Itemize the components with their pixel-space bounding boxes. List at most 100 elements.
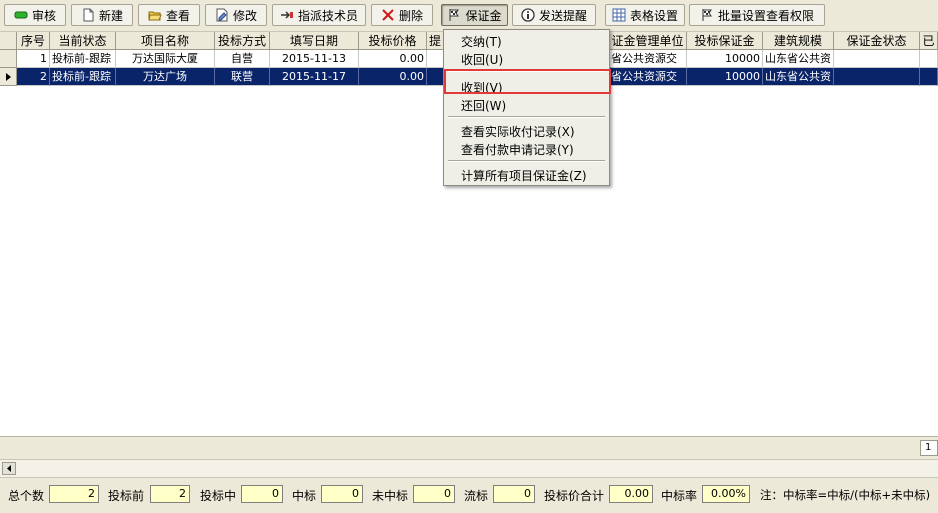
cell-method: 自营 [215,50,270,68]
new-button[interactable]: 新建 [71,4,133,26]
bid-total-label: 投标价合计 [544,489,605,503]
win-rate-field: 0.00% [702,485,750,503]
menu-item-return[interactable]: 还回(W) [461,97,506,114]
assign-arrow-icon [280,8,294,22]
horizontal-scrollbar[interactable] [0,459,938,477]
edit-document-icon [215,8,229,22]
cell-deposit: 10000 [687,50,763,68]
green-status-icon [14,8,28,22]
row-indicator[interactable] [0,50,17,68]
col-header-deposit[interactable]: 投标保证金 [687,32,763,50]
not-won-count-field: 0 [413,485,455,503]
folder-open-icon [148,8,162,22]
cell-scale: 山东省公共资 [763,50,834,68]
pre-bid-label: 投标前 [108,489,145,503]
menu-separator [448,160,605,162]
permissions-flag-icon [700,8,714,22]
col-header-no[interactable]: 序号 [17,32,50,50]
col-header-project[interactable]: 项目名称 [116,32,215,50]
menu-item-view-actual-records[interactable]: 查看实际收付记录(X) [461,123,575,140]
menu-separator [448,116,605,118]
col-header-status[interactable]: 当前状态 [50,32,116,50]
cell-deposit-status [834,68,920,86]
delete-label: 删除 [398,8,423,23]
col-header-date[interactable]: 填写日期 [270,32,359,50]
edit-button[interactable]: 修改 [205,4,267,26]
bidding-label: 投标中 [200,489,237,503]
info-icon [521,8,535,22]
view-label: 查看 [165,8,190,23]
cell-date: 2015-11-17 [270,68,359,86]
won-count-field: 0 [321,485,363,503]
total-count-field: 2 [49,485,99,503]
win-rate-label: 中标率 [661,489,698,503]
grid-summary-bar: 1 [0,436,938,459]
assign-tech-label: 指派技术员 [297,8,358,23]
cell-last [920,68,938,86]
menu-item-view-payment-requests[interactable]: 查看付款申请记录(Y) [461,141,574,158]
deposit-dropdown-menu: 交纳(T) 收回(U) 收到(V) 还回(W) 查看实际收付记录(X) 查看付款… [443,29,610,186]
cell-status: 投标前-跟踪 [50,68,116,86]
cell-scale: 山东省公共资 [763,68,834,86]
highlight-box [444,69,611,94]
cell-deposit-status [834,50,920,68]
total-label: 总个数 [8,489,45,503]
table-settings-button[interactable]: 表格设置 [605,4,685,26]
cell-date: 2015-11-13 [270,50,359,68]
cell-no: 2 [17,68,50,86]
arrow-left-icon [7,465,11,472]
cell-unit: 省公共资源交 [609,50,687,68]
pre-bid-count-field: 2 [150,485,190,503]
batch-permissions-button[interactable]: 批量设置查看权限 [689,4,825,26]
row-pointer-icon[interactable] [0,68,17,86]
deposit-button[interactable]: 保证金 [441,4,508,26]
cell-project: 万达国际大厦 [116,50,215,68]
assign-tech-button[interactable]: 指派技术员 [272,4,366,26]
cell-project: 万达广场 [116,68,215,86]
failed-bid-count-field: 0 [493,485,535,503]
cell-no: 1 [17,50,50,68]
new-document-icon [81,8,95,22]
col-header-deposit-status[interactable]: 保证金状态 [834,32,920,50]
cell-last [920,50,938,68]
header-corner [0,32,17,50]
edit-label: 修改 [232,8,257,23]
delete-button[interactable]: 删除 [371,4,433,26]
col-header-last[interactable]: 已 [920,32,938,50]
new-label: 新建 [98,8,123,23]
batch-permissions-label: 批量设置查看权限 [717,8,814,23]
deposit-flag-icon [447,8,461,22]
audit-label: 审核 [31,8,56,23]
table-settings-label: 表格设置 [629,8,678,23]
menu-item-calc-all-deposits[interactable]: 计算所有项目保证金(Z) [461,167,587,184]
table-grid-icon [612,8,626,22]
deposit-label: 保证金 [465,8,502,23]
not-won-label: 未中标 [372,489,409,503]
cell-price: 0.00 [359,50,427,68]
cell-status: 投标前-跟踪 [50,50,116,68]
view-button[interactable]: 查看 [138,4,200,26]
audit-button[interactable]: 审核 [4,4,66,26]
send-reminder-label: 发送提醒 [538,8,587,23]
delete-x-icon [381,8,395,22]
col-header-extra[interactable]: 提 [427,32,444,50]
col-header-unit[interactable]: 证金管理单位 [609,32,687,50]
bidding-count-field: 0 [241,485,283,503]
cell-unit: 省公共资源交 [609,68,687,86]
failed-bid-label: 流标 [464,489,489,503]
send-reminder-button[interactable]: 发送提醒 [512,4,596,26]
cell-method: 联营 [215,68,270,86]
won-label: 中标 [292,489,317,503]
summary-cell: 1 [920,440,938,456]
cell-price: 0.00 [359,68,427,86]
col-header-method[interactable]: 投标方式 [215,32,270,50]
menu-item-pay[interactable]: 交纳(T) [461,33,502,50]
win-rate-note: 注：中标率=中标/(中标+未中标) [760,488,931,502]
col-header-price[interactable]: 投标价格 [359,32,427,50]
col-header-scale[interactable]: 建筑规模 [763,32,834,50]
cell-deposit: 10000 [687,68,763,86]
toolbar: 审核 新建 查看 修改 指派技术员 删除 保证金 发送提醒 表格设置 批量设置查… [0,0,938,32]
stats-bar: 总个数 2 投标前 2 投标中 0 中标 0 未中标 0 流标 0 投标价合计 … [0,477,938,513]
menu-item-withdraw[interactable]: 收回(U) [461,51,503,68]
scroll-left-button[interactable] [2,462,16,475]
